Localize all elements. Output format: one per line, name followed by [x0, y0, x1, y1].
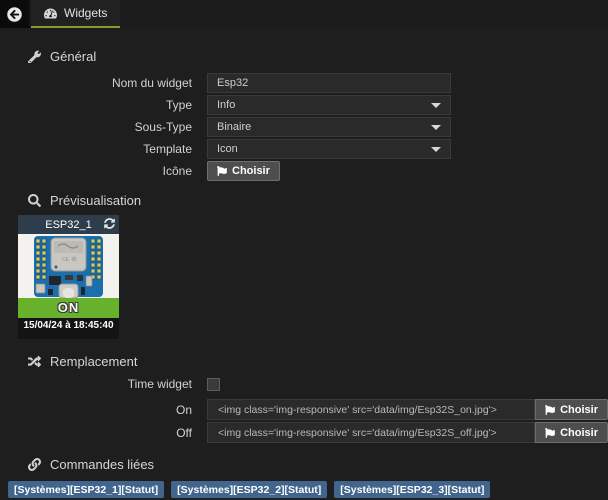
esp32-board-image: CE	[18, 234, 119, 298]
template-label: Template	[143, 142, 192, 156]
section-preview: Prévisualisation	[28, 193, 608, 208]
choose-on-button[interactable]: Choisir	[535, 399, 608, 420]
widget-timestamp: 15/04/24 à 18:45:40	[18, 318, 119, 334]
time-widget-label: Time widget	[127, 377, 192, 391]
form-row-name: Nom du widget	[0, 73, 608, 93]
widget-preview-header: ESP32_1	[18, 215, 119, 234]
on-label: On	[175, 402, 192, 417]
link-icon	[28, 458, 41, 471]
type-select-value: Info	[217, 99, 236, 111]
on-value-input[interactable]	[207, 399, 536, 420]
choose-on-button-label: Choisir	[560, 403, 598, 416]
section-replacement: Remplacement	[28, 354, 608, 369]
form-row-subtype: Sous-Type Binaire	[0, 117, 608, 137]
form-row-time-widget: Time widget	[0, 377, 608, 391]
section-general: Général	[28, 49, 608, 64]
template-select-value: Icon	[217, 143, 238, 155]
choose-icon-button[interactable]: Choisir	[207, 161, 280, 181]
esp32-board-graphic: CE	[18, 234, 119, 298]
refresh-icon[interactable]	[104, 218, 115, 232]
type-select[interactable]: Info	[207, 95, 451, 115]
top-bar-spacer	[120, 0, 608, 28]
section-replacement-title: Remplacement	[50, 354, 138, 369]
chevron-down-icon	[431, 146, 441, 152]
choose-off-button-label: Choisir	[560, 426, 598, 439]
flag-icon	[545, 404, 555, 415]
form-row-off: Off Choisir	[0, 422, 608, 443]
tab-widgets[interactable]: Widgets	[31, 0, 121, 28]
command-badge[interactable]: [Systèmes][ESP32_2][Statut]	[171, 481, 328, 498]
template-select[interactable]: Icon	[207, 139, 451, 159]
on-input-group: Choisir	[207, 399, 608, 420]
chevron-down-icon	[431, 124, 441, 130]
dashboard-icon	[44, 7, 57, 19]
arrow-circle-left-icon	[7, 6, 22, 22]
form-row-template: Template Icon	[0, 139, 608, 159]
top-bar: Widgets	[0, 0, 608, 28]
command-badge[interactable]: [Systèmes][ESP32_1][Statut]	[8, 481, 165, 498]
off-input-group: Choisir	[207, 422, 608, 443]
time-widget-checkbox[interactable]	[207, 377, 220, 391]
tab-widgets-label: Widgets	[64, 6, 108, 20]
flag-icon	[217, 166, 227, 176]
form-row-icon: Icône Choisir	[0, 161, 608, 181]
icon-label: Icône	[162, 164, 192, 178]
widget-preview-card: ESP32_1 CE ON 15/04/24 à 18:45:40	[18, 215, 119, 339]
choose-off-button[interactable]: Choisir	[535, 422, 608, 443]
type-label: Type	[165, 98, 192, 112]
widget-preview-title: ESP32_1	[45, 218, 92, 231]
widget-state-value: ON	[18, 298, 119, 318]
general-form: Nom du widget Type Info Sous-Type Binair…	[0, 73, 608, 181]
form-row-on: On Choisir	[0, 399, 608, 420]
subtype-label: Sous-Type	[134, 120, 192, 134]
section-general-title: Général	[50, 49, 97, 64]
name-label: Nom du widget	[111, 76, 192, 90]
chevron-down-icon	[431, 102, 441, 108]
search-icon	[28, 194, 41, 207]
section-commands: Commandes liées	[28, 457, 608, 472]
form-row-type: Type Info	[0, 95, 608, 115]
off-label: Off	[176, 425, 192, 440]
off-value-input[interactable]	[207, 422, 536, 443]
svg-text:CE: CE	[62, 257, 70, 263]
subtype-select[interactable]: Binaire	[207, 117, 451, 137]
shuffle-icon	[28, 355, 41, 368]
wrench-icon	[28, 50, 41, 63]
section-preview-title: Prévisualisation	[50, 193, 142, 208]
subtype-select-value: Binaire	[217, 121, 252, 133]
linked-commands-list: [Systèmes][ESP32_1][Statut] [Systèmes][E…	[8, 481, 608, 498]
command-badge[interactable]: [Systèmes][ESP32_3][Statut]	[334, 481, 491, 498]
choose-icon-button-label: Choisir	[232, 165, 270, 177]
section-commands-title: Commandes liées	[50, 457, 155, 472]
flag-icon	[545, 427, 555, 438]
widget-name-input[interactable]	[207, 73, 451, 93]
back-button[interactable]	[0, 0, 29, 28]
